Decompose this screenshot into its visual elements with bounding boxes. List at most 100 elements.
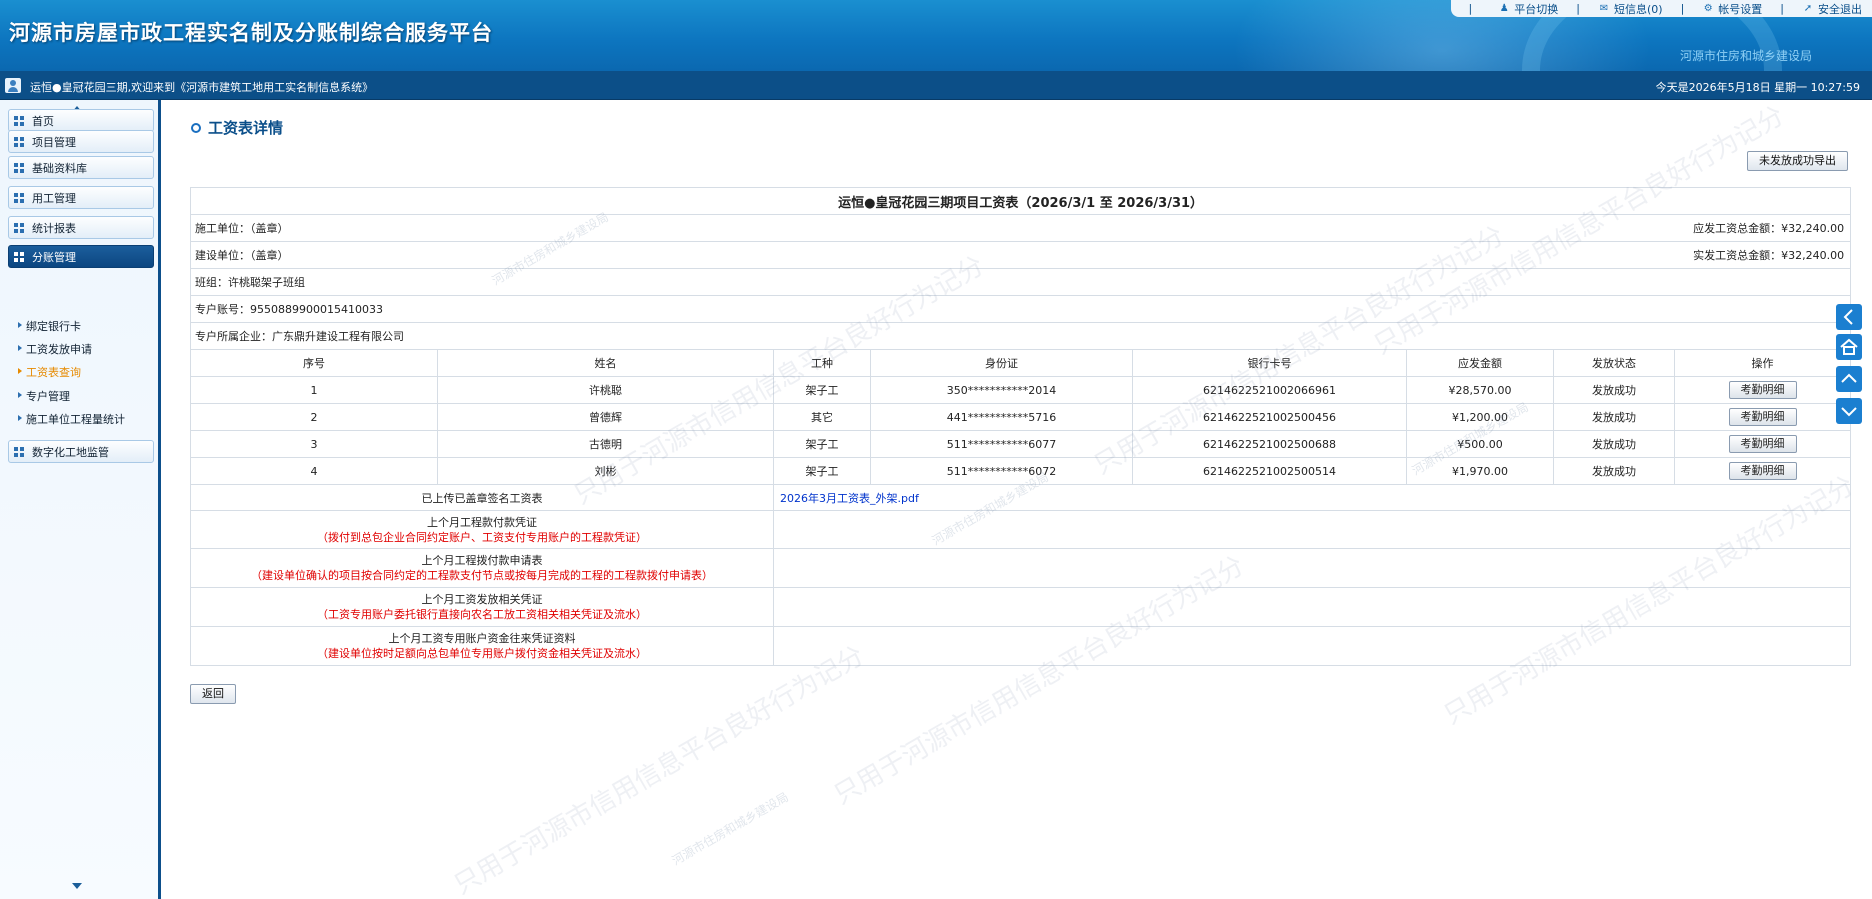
menu-project-management[interactable]: 项目管理 <box>8 130 154 153</box>
doc-row: 上个月工资专用账户资金往来凭证资料 （建设单位按时足额向总包单位专用账户拨付资金… <box>190 626 1852 666</box>
gear-icon: ⚙ <box>1703 3 1713 14</box>
top-links: | ♟ 平台切换 | ✉ 短信息(0) | ⚙ 帐号设置 | ➚ 安全退出 <box>1450 0 1872 17</box>
home-icon <box>1840 338 1858 355</box>
back-arrow-button[interactable] <box>1836 304 1862 330</box>
column-header: 应发金额 <box>1406 349 1554 377</box>
page-title-text: 工资表详情 <box>208 119 284 137</box>
cell-name: 曾德辉 <box>437 403 774 431</box>
attendance-detail-button[interactable]: 考勤明细 <box>1728 462 1797 480</box>
watermark-small-text: 河源市住房和城乡建设局 <box>669 789 791 868</box>
doc-row: 上个月工程款付款凭证 （拨付到总包企业合同约定账户、工资支付专用账户的工程款凭证… <box>190 510 1852 549</box>
menu-label: 数字化工地监管 <box>32 445 109 459</box>
doc-row: 上个月工程拨付款申请表 （建设单位确认的项目按合同约定的工程款支付节点或按每月完… <box>190 548 1852 588</box>
table-row: 1 许桃聪 架子工 350***********2014 62146225210… <box>190 376 1852 404</box>
table-header: 序号 姓名 工种 身份证 银行卡号 应发金额 发放状态 操作 <box>190 349 1852 377</box>
submenu-bind-bank-card[interactable]: 绑定银行卡 <box>18 318 81 334</box>
menu-label: 分账管理 <box>32 250 76 264</box>
grid-icon <box>14 136 24 147</box>
uploaded-row: 已上传已盖章签名工资表 2026年3月工资表_外架.pdf <box>190 484 1852 511</box>
submenu-workload-statistics[interactable]: 施工单位工程量统计 <box>18 411 125 427</box>
cell-status: 发放成功 <box>1553 457 1675 485</box>
cell-card: 6214622521002066961 <box>1132 376 1407 404</box>
menu-digital-site[interactable]: 数字化工地监管 <box>8 440 154 463</box>
column-header: 操作 <box>1673 349 1852 377</box>
doc-value <box>772 626 1852 666</box>
doc-title: 上个月工资专用账户资金往来凭证资料 <box>388 632 576 645</box>
column-header: 发放状态 <box>1553 349 1675 377</box>
current-date: 今天是2026年5月18日 星期一 10:27:59 <box>1655 81 1860 94</box>
scroll-top-button[interactable] <box>1836 366 1862 392</box>
cell-name: 许桃聪 <box>437 376 774 404</box>
doc-cell: 上个月工资专用账户资金往来凭证资料 （建设单位按时足额向总包单位专用账户拨付资金… <box>190 626 774 666</box>
chevron-down-icon <box>1841 407 1857 417</box>
submenu-wage-query[interactable]: 工资表查询 <box>18 364 81 380</box>
department-name: 河源市住房和城乡建设局 <box>1679 49 1812 63</box>
logout-link[interactable]: ➚ 安全退出 <box>1802 1 1862 17</box>
attendance-detail-button[interactable]: 考勤明细 <box>1728 408 1797 426</box>
logout-icon: ➚ <box>1803 3 1813 14</box>
menu-labor-management[interactable]: 用工管理 <box>8 186 154 209</box>
doc-note: （工资专用账户委托银行直接向农名工放工资相关相关凭证及流水） <box>317 608 647 621</box>
cell-action: 考勤明细 <box>1673 376 1852 404</box>
grid-icon <box>14 251 24 262</box>
menu-account-split[interactable]: 分账管理 <box>8 245 154 268</box>
chevron-left-icon <box>1843 309 1853 325</box>
chevron-up-icon <box>1841 373 1857 383</box>
grid-icon <box>14 162 24 173</box>
cell-amount: ¥1,970.00 <box>1406 457 1554 485</box>
home-button[interactable] <box>1836 334 1862 360</box>
submenu-wage-application[interactable]: 工资发放申请 <box>18 341 92 357</box>
platform-switch-link[interactable]: ♟ 平台切换 <box>1498 1 1558 17</box>
sheet-caption: 运恒●皇冠花园三期项目工资表（2026/3/1 至 2026/3/31） <box>189 187 1852 215</box>
grid-icon <box>14 115 24 126</box>
paid-total: 实发工资总金额：¥32,240.00 <box>1693 249 1845 262</box>
info-bar: 运恒●皇冠花园三期,欢迎来到《河源市建筑工地用工实名制信息系统》 今天是2026… <box>0 71 1872 100</box>
account-settings-link[interactable]: ⚙ 帐号设置 <box>1702 1 1762 17</box>
column-header: 身份证 <box>870 349 1133 377</box>
doc-title: 上个月工程拨付款申请表 <box>421 554 543 567</box>
cell-amount: ¥28,570.00 <box>1406 376 1554 404</box>
account-settings-label: 帐号设置 <box>1718 2 1763 16</box>
cell-card: 6214622521002500688 <box>1132 430 1407 458</box>
doc-value <box>772 548 1852 588</box>
menu-statistics[interactable]: 统计报表 <box>8 216 154 239</box>
scroll-down-arrow-icon[interactable] <box>72 883 82 889</box>
attendance-detail-button[interactable]: 考勤明细 <box>1728 381 1797 399</box>
build-unit: 建设单位：（盖章） <box>195 249 289 262</box>
export-unpaid-button[interactable]: 未发放成功导出 <box>1747 151 1848 171</box>
doc-note: （拨付到总包企业合同约定账户、工资支付专用账户的工程款凭证） <box>317 530 647 544</box>
doc-row: 上个月工资发放相关凭证 （工资专用账户委托银行直接向农名工放工资相关相关凭证及流… <box>190 587 1852 627</box>
payable-total: 应发工资总金额：¥32,240.00 <box>1693 222 1845 235</box>
cell-id: 350***********2014 <box>870 376 1133 404</box>
menu-home[interactable]: 首页 <box>8 109 154 132</box>
attendance-detail-button[interactable]: 考勤明细 <box>1728 435 1797 453</box>
column-header: 工种 <box>773 349 871 377</box>
cell-type: 其它 <box>773 403 871 431</box>
table-row: 3 古德明 架子工 511***********6077 62146225210… <box>190 430 1852 458</box>
cell-type: 架子工 <box>773 457 871 485</box>
cell-status: 发放成功 <box>1553 376 1675 404</box>
back-button[interactable]: 返回 <box>190 684 236 704</box>
cell-card: 6214622521002500456 <box>1132 403 1407 431</box>
site-title: 河源市房屋市政工程实名制及分账制综合服务平台 <box>9 21 493 45</box>
messages-link[interactable]: ✉ 短信息(0) <box>1598 1 1663 17</box>
column-header: 序号 <box>190 349 438 377</box>
build-unit-row: 实发工资总金额：¥32,240.00 建设单位：（盖章） <box>189 241 1852 269</box>
team-row: 班组：许桃聪架子班组 <box>189 268 1852 296</box>
header-banner: 河源市房屋市政工程实名制及分账制综合服务平台 河源市住房和城乡建设局 | ♟ 平… <box>0 0 1872 71</box>
construction-unit: 施工单位：（盖章） <box>195 222 289 235</box>
uploaded-file-link[interactable]: 2026年3月工资表_外架.pdf <box>772 484 1852 511</box>
cell-status: 发放成功 <box>1553 403 1675 431</box>
cell-no: 3 <box>190 430 438 458</box>
menu-basic-data[interactable]: 基础资料库 <box>8 156 154 179</box>
watermark-text: 只用于河源市信用信息平台良好行为记分 <box>449 640 870 899</box>
cell-no: 1 <box>190 376 438 404</box>
doc-title: 上个月工资发放相关凭证 <box>421 593 543 606</box>
scroll-bottom-button[interactable] <box>1836 398 1862 424</box>
cell-action: 考勤明细 <box>1673 430 1852 458</box>
page-title: 工资表详情 <box>191 117 283 138</box>
welcome-text: 运恒●皇冠花园三期,欢迎来到《河源市建筑工地用工实名制信息系统》 <box>30 81 374 94</box>
sidebar: 首页 项目管理 基础资料库 用工管理 统计报表 分账管理 绑定银行卡 工资发放申… <box>0 100 161 899</box>
title-bullet-icon <box>191 122 201 133</box>
submenu-account-management[interactable]: 专户管理 <box>18 388 70 404</box>
